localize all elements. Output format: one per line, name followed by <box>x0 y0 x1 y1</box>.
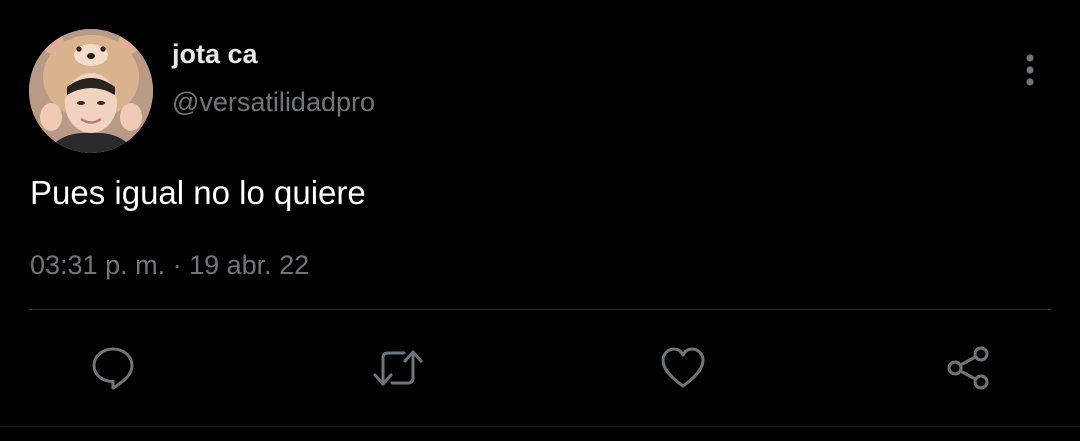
heart-icon <box>661 347 705 388</box>
more-options-button[interactable] <box>1012 50 1048 90</box>
tweet-date: 19 abr. 22 <box>189 250 310 280</box>
action-bar <box>0 340 1080 396</box>
tweet-detail: jota ca @versatilidadpro Pues igual no l… <box>0 0 1080 441</box>
reply-button[interactable] <box>85 340 141 396</box>
user-handle[interactable]: @versatilidadpro <box>172 86 375 118</box>
retweet-button[interactable] <box>370 340 426 396</box>
tweet-text: Pues igual no lo quiere <box>30 174 366 211</box>
more-vertical-icon <box>1026 54 1034 86</box>
share-button[interactable] <box>940 340 996 396</box>
divider <box>29 309 1051 310</box>
reply-icon <box>92 347 134 390</box>
bottom-divider <box>0 426 1080 427</box>
share-icon <box>947 346 989 390</box>
user-avatar-icon <box>29 29 153 153</box>
tweet-timestamp[interactable]: 03:31 p. m. · 19 abr. 22 <box>30 248 309 282</box>
avatar[interactable] <box>29 29 153 153</box>
display-name[interactable]: jota ca <box>172 38 258 70</box>
tweet-time: 03:31 p. m. <box>30 250 166 280</box>
timestamp-separator: · <box>165 250 190 280</box>
retweet-icon <box>373 350 423 386</box>
like-button[interactable] <box>655 340 711 396</box>
